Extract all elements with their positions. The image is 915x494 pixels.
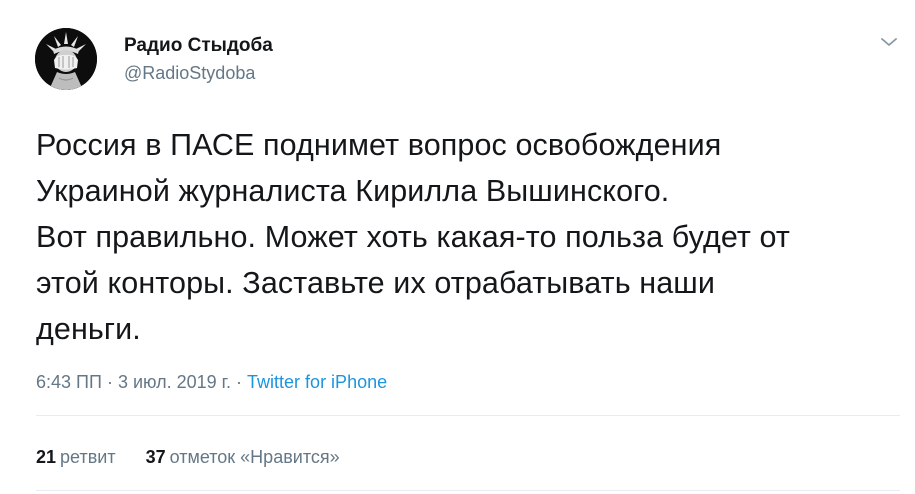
avatar-image bbox=[35, 28, 97, 90]
user-names: Радио Стыдоба @RadioStydoba bbox=[124, 34, 273, 85]
likes-stat[interactable]: 37 отметок «Нравится» bbox=[146, 445, 340, 469]
tweet-source-link[interactable]: Twitter for iPhone bbox=[247, 372, 387, 392]
tweet-text: Россия в ПАСЕ поднимет вопрос освобожден… bbox=[36, 128, 790, 346]
tweet-stats: 21 ретвит 37 отметок «Нравится» bbox=[36, 445, 370, 469]
chevron-down-icon[interactable] bbox=[879, 34, 899, 50]
retweets-stat[interactable]: 21 ретвит bbox=[36, 445, 116, 469]
tweet-header: Радио Стыдоба @RadioStydoba bbox=[35, 28, 273, 90]
meta-separator: · bbox=[106, 372, 118, 392]
likes-label: отметок «Нравится» bbox=[169, 447, 340, 467]
likes-count: 37 bbox=[145, 447, 166, 467]
tweet-time[interactable]: 6:43 ПП bbox=[36, 372, 102, 392]
avatar[interactable] bbox=[35, 28, 97, 90]
retweets-label: ретвит bbox=[60, 447, 116, 467]
meta-separator: · bbox=[236, 372, 248, 392]
divider bbox=[36, 490, 900, 491]
tweet-meta: 6:43 ПП · 3 июл. 2019 г. · Twitter for i… bbox=[36, 370, 387, 394]
display-name[interactable]: Радио Стыдоба bbox=[124, 34, 273, 58]
tweet-card: Радио Стыдоба @RadioStydoba Россия в ПАС… bbox=[0, 0, 915, 494]
user-handle[interactable]: @RadioStydoba bbox=[124, 61, 273, 85]
retweets-count: 21 bbox=[36, 447, 57, 467]
divider bbox=[36, 415, 900, 416]
tweet-date[interactable]: 3 июл. 2019 г. bbox=[118, 372, 231, 392]
